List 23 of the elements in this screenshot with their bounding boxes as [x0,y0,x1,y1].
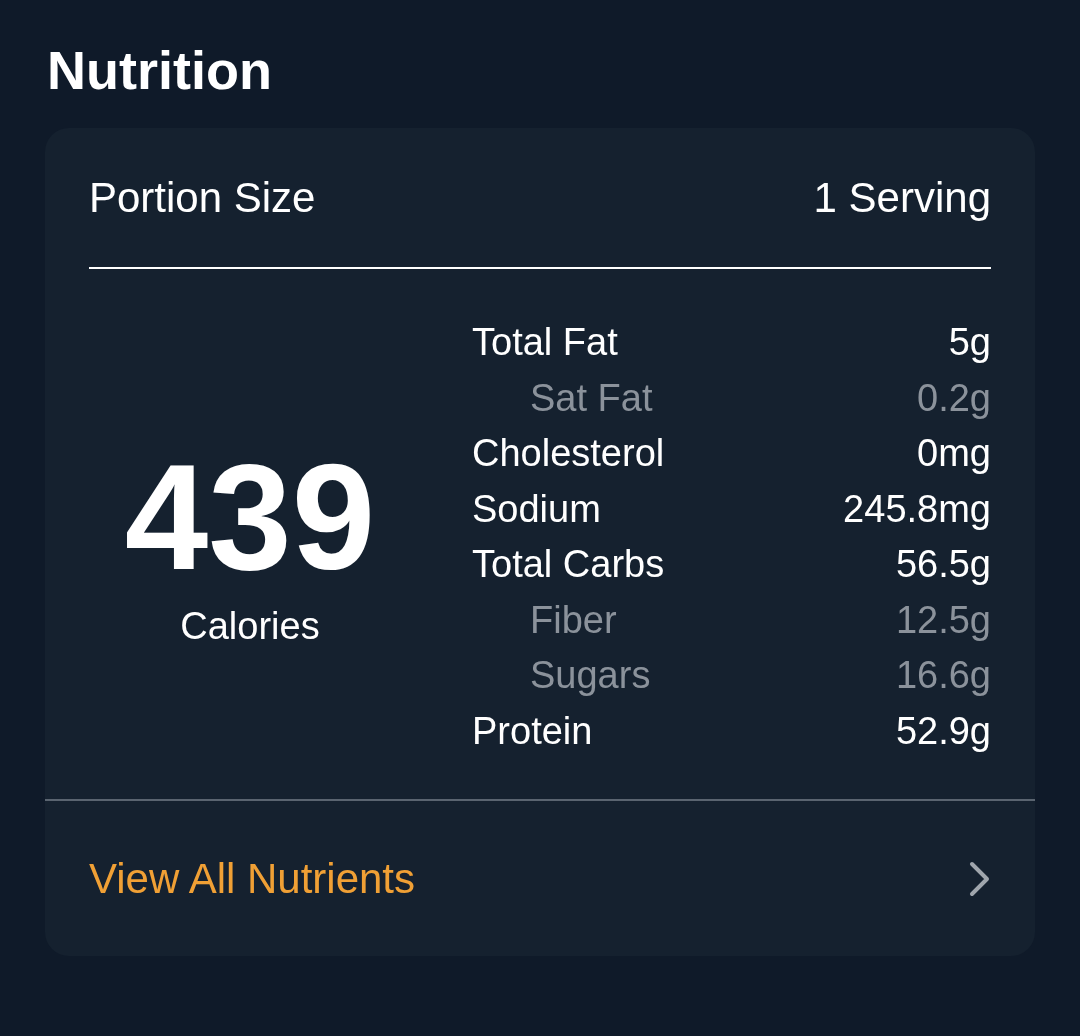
nutrient-value: 52.9g [895,709,991,753]
nutrient-value: 16.6g [895,654,991,698]
nutrient-name: Total Fat [472,321,618,365]
nutrient-name: Sat Fat [529,376,653,420]
nutrient-name: Sugars [529,654,651,698]
nutrient-value: 12.5g [895,598,991,642]
portion-label: Portion Size [89,173,316,222]
nutrient-value: 5g [948,321,991,365]
chevron-right-icon[interactable] [969,860,991,897]
section-title: Nutrition [47,39,273,102]
nutrient-name: Protein [472,709,593,753]
nutrient-value: 245.8mg [843,487,991,531]
nutrient-value: 0mg [917,432,991,476]
nutrient-name: Sodium [472,487,601,531]
nutrient-value: 0.2g [917,376,991,420]
view-all-link[interactable]: View All Nutrients [89,854,416,903]
portion-value: 1 Serving [813,173,991,222]
calories-label: Calories [180,604,320,648]
nutrient-name: Cholesterol [472,432,665,476]
calories-value: 439 [124,436,376,597]
nutrient-value: 56.5g [895,543,991,587]
nutrient-name: Fiber [529,598,617,642]
nutrient-name: Total Carbs [472,543,665,587]
